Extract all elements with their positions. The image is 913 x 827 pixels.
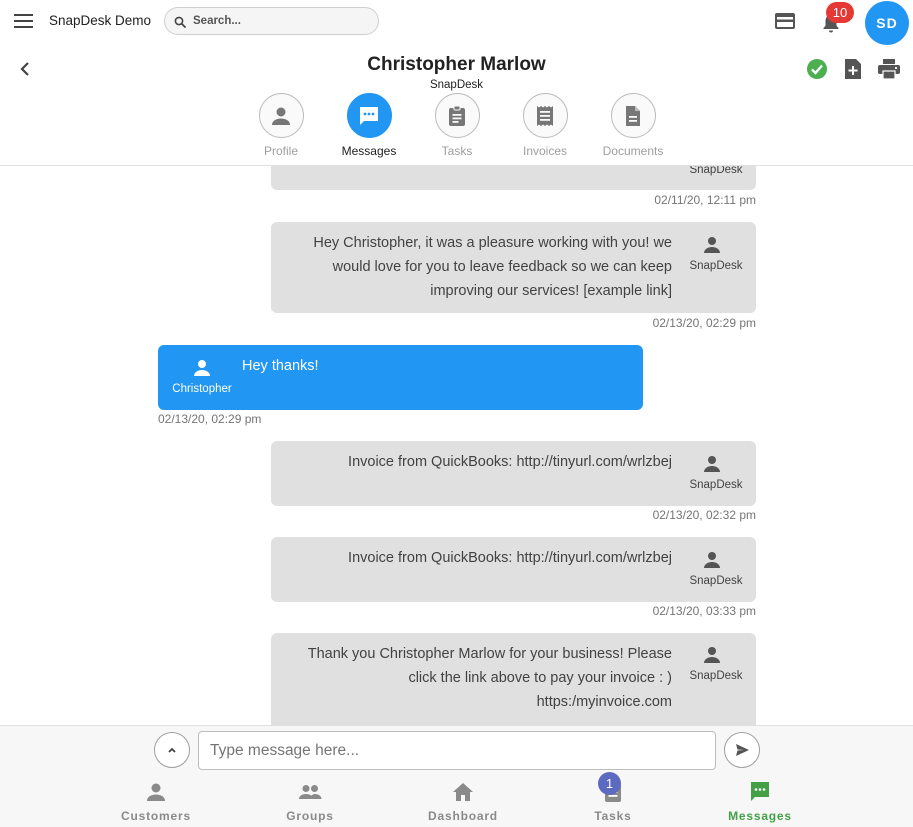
contact-company: SnapDesk [429, 79, 484, 91]
tasks-badge: 1 [598, 772, 621, 795]
tab-label: Documents [602, 144, 664, 158]
person-icon [147, 783, 165, 801]
check-circle-icon [806, 58, 828, 80]
credit-card-icon[interactable] [774, 11, 796, 31]
tab-label: Tasks [441, 144, 473, 158]
chat-icon [751, 782, 769, 801]
nav-label: Dashboard [428, 809, 498, 823]
message-sender: SnapDesk [689, 670, 743, 682]
person-icon [704, 456, 720, 472]
message-sender: SnapDesk [689, 575, 743, 587]
message-timestamp: 02/13/20, 02:29 pm [652, 316, 756, 330]
tab-label: Profile [263, 144, 298, 158]
message-bubble: Thank you Christopher Marlow for your bu… [271, 633, 756, 725]
expand-up-button[interactable] [154, 732, 190, 768]
message-list[interactable]: SnapDesk 02/11/20, 12:11 pm Hey Christop… [0, 166, 913, 725]
message-text: Thank you Christopher Marlow for your bu… [307, 646, 672, 710]
message-bubble: Invoice from QuickBooks: http://tinyurl.… [271, 537, 756, 602]
nav-label: Customers [121, 809, 191, 823]
nav-label: Groups [286, 809, 334, 823]
message-timestamp: 02/13/20, 02:32 pm [652, 508, 756, 522]
send-button[interactable] [724, 732, 760, 768]
message-text: Invoice from QuickBooks: http://tinyurl.… [348, 550, 672, 566]
message-text: Invoice from QuickBooks: http://tinyurl.… [348, 454, 672, 470]
tab-label: Messages [341, 144, 397, 158]
search-icon [174, 16, 187, 29]
person-icon [258, 93, 304, 138]
message-text: Hey Christopher, it was a pleasure worki… [313, 235, 672, 299]
message-sender: SnapDesk [689, 479, 743, 491]
tab-invoices[interactable]: Invoices [503, 93, 587, 158]
chevron-up-icon [168, 747, 176, 753]
nav-label: Messages [728, 809, 792, 823]
message-input[interactable] [198, 731, 716, 770]
home-icon [453, 783, 473, 801]
nav-dashboard[interactable]: Dashboard [408, 780, 518, 823]
search-box[interactable] [164, 7, 379, 35]
app-title: SnapDesk Demo [49, 13, 152, 28]
message-sender: SnapDesk [689, 166, 743, 176]
message-bubble: Invoice from QuickBooks: http://tinyurl.… [271, 441, 756, 506]
tab-tasks[interactable]: Tasks [415, 93, 499, 158]
message-bubble: SnapDesk [271, 166, 756, 190]
nav-label: Tasks [594, 809, 632, 823]
nav-customers[interactable]: Customers [101, 780, 211, 823]
person-icon [704, 552, 720, 568]
chat-icon [346, 93, 392, 138]
user-avatar[interactable]: SD [865, 1, 909, 45]
tab-documents[interactable]: Documents [591, 93, 675, 158]
add-document-icon[interactable] [843, 58, 863, 80]
message-bubble: Christopher Hey thanks! [158, 345, 643, 410]
person-icon [704, 647, 720, 663]
group-icon [299, 785, 322, 799]
top-app-bar: SnapDesk Demo 10 SD [0, 0, 913, 45]
tab-profile[interactable]: Profile [239, 93, 323, 158]
tab-messages[interactable]: Messages [327, 93, 411, 158]
contact-name: Christopher Marlow [367, 54, 546, 75]
message-bubble: Hey Christopher, it was a pleasure worki… [271, 222, 756, 313]
tab-label: Invoices [522, 144, 568, 158]
search-input[interactable] [193, 12, 373, 30]
document-icon [610, 93, 656, 138]
message-timestamp: 02/13/20, 02:29 pm [158, 412, 262, 426]
message-timestamp: 02/13/20, 03:33 pm [652, 604, 756, 618]
nav-groups[interactable]: Groups [255, 780, 365, 823]
message-sender: SnapDesk [689, 260, 743, 272]
receipt-icon [522, 93, 568, 138]
print-icon[interactable] [877, 58, 901, 80]
message-text: Hey thanks! [242, 358, 319, 374]
nav-messages[interactable]: Messages [705, 780, 815, 823]
person-icon [194, 360, 210, 376]
notifications-badge: 10 [826, 2, 854, 23]
message-timestamp: 02/11/20, 12:11 pm [654, 193, 756, 207]
clipboard-icon [434, 93, 480, 138]
menu-icon[interactable] [14, 11, 36, 31]
person-icon [704, 237, 720, 253]
message-sender: Christopher [172, 383, 232, 395]
send-icon [736, 744, 749, 756]
